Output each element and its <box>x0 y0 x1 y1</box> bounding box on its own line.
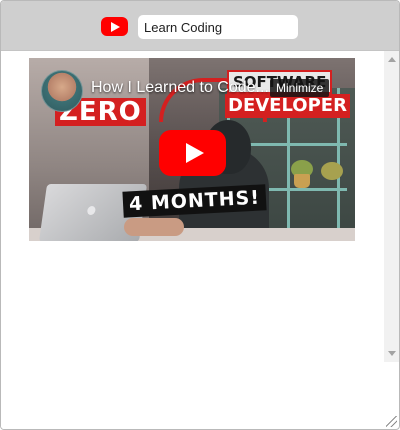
search-input[interactable] <box>138 15 298 39</box>
youtube-logo-icon[interactable] <box>101 17 128 36</box>
resize-grip-icon[interactable] <box>386 416 397 427</box>
play-button[interactable] <box>159 130 226 176</box>
video-title[interactable]: How I Learned to Code... <box>91 79 269 97</box>
minimize-tooltip: Minimize <box>270 79 330 97</box>
scroll-up-arrow-icon[interactable] <box>388 57 396 62</box>
hand <box>124 218 184 236</box>
popup-window: ZERO SOFTWARE DEVELOPER 4 MONTHS! How I … <box>0 0 400 430</box>
channel-avatar[interactable] <box>41 70 83 112</box>
scroll-down-arrow-icon[interactable] <box>388 351 396 356</box>
thumbnail-text-developer: DEVELOPER <box>225 94 350 118</box>
play-icon <box>186 143 204 163</box>
header-bar <box>1 1 399 51</box>
plant-pot <box>294 174 310 188</box>
video-player[interactable]: ZERO SOFTWARE DEVELOPER 4 MONTHS! How I … <box>29 58 355 241</box>
apple-logo-icon <box>86 206 96 215</box>
plant-icon <box>321 162 343 180</box>
results-panel: ZERO SOFTWARE DEVELOPER 4 MONTHS! How I … <box>1 51 384 429</box>
vertical-scrollbar[interactable] <box>384 51 399 362</box>
